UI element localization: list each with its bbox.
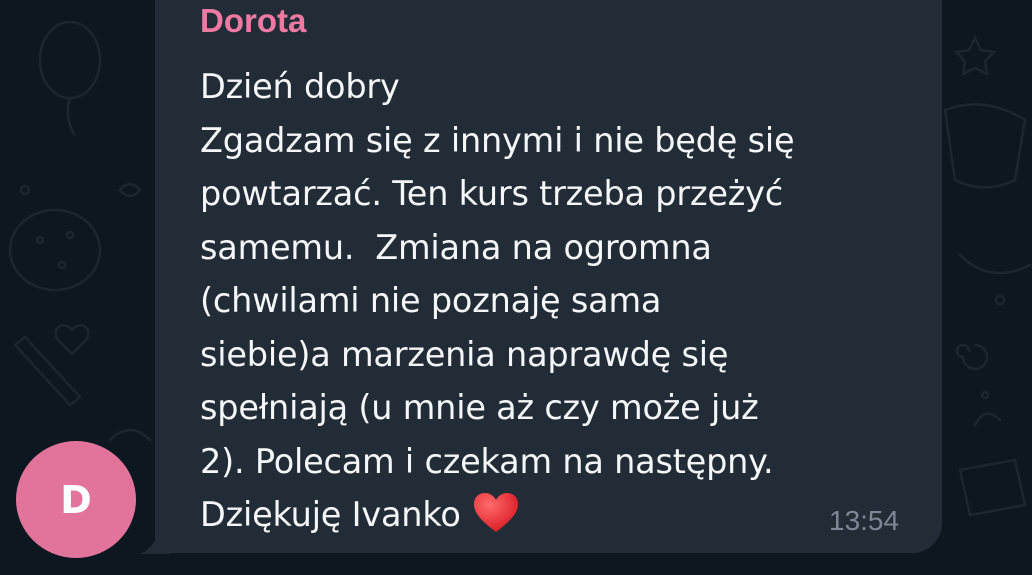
message-text[interactable]: Dzień dobry Zgadzam się z innymi i nie b… <box>200 60 930 542</box>
avatar[interactable]: D <box>16 441 136 558</box>
heart-doodle <box>54 324 90 356</box>
avatar-initial: D <box>60 477 92 522</box>
heart-emoji-icon <box>474 493 519 532</box>
message-line: (chwilami nie poznaję sama <box>200 281 662 320</box>
pencil-doodle <box>13 335 82 407</box>
message-line: 2). Polecam i czekam na następny. <box>200 441 774 481</box>
message-line: siebie)a marzenia naprawdę się <box>200 334 729 374</box>
message-line: spełniają (u mnie aż czy może już <box>200 388 759 427</box>
spiral-doodle <box>955 343 989 371</box>
message-line: samemu. Zmiana na ogromna <box>200 227 712 267</box>
star-doodle <box>953 35 997 77</box>
message-line: Dzień dobry <box>200 67 400 106</box>
message-timestamp: 13:54 <box>829 505 900 536</box>
message-line: Zgadzam się z innymi i nie będę się <box>200 120 795 160</box>
bubble-tail <box>140 532 170 554</box>
watermelon-doodle <box>8 208 102 292</box>
message-line: Dziękuję Ivanko <box>200 495 472 534</box>
cup-doodle <box>943 103 1027 189</box>
message-line: powtarzać. Ten kurs trzeba przeżyć <box>200 174 783 213</box>
balloon-doodle <box>38 20 102 100</box>
sender-name[interactable]: Dorota <box>200 2 306 40</box>
